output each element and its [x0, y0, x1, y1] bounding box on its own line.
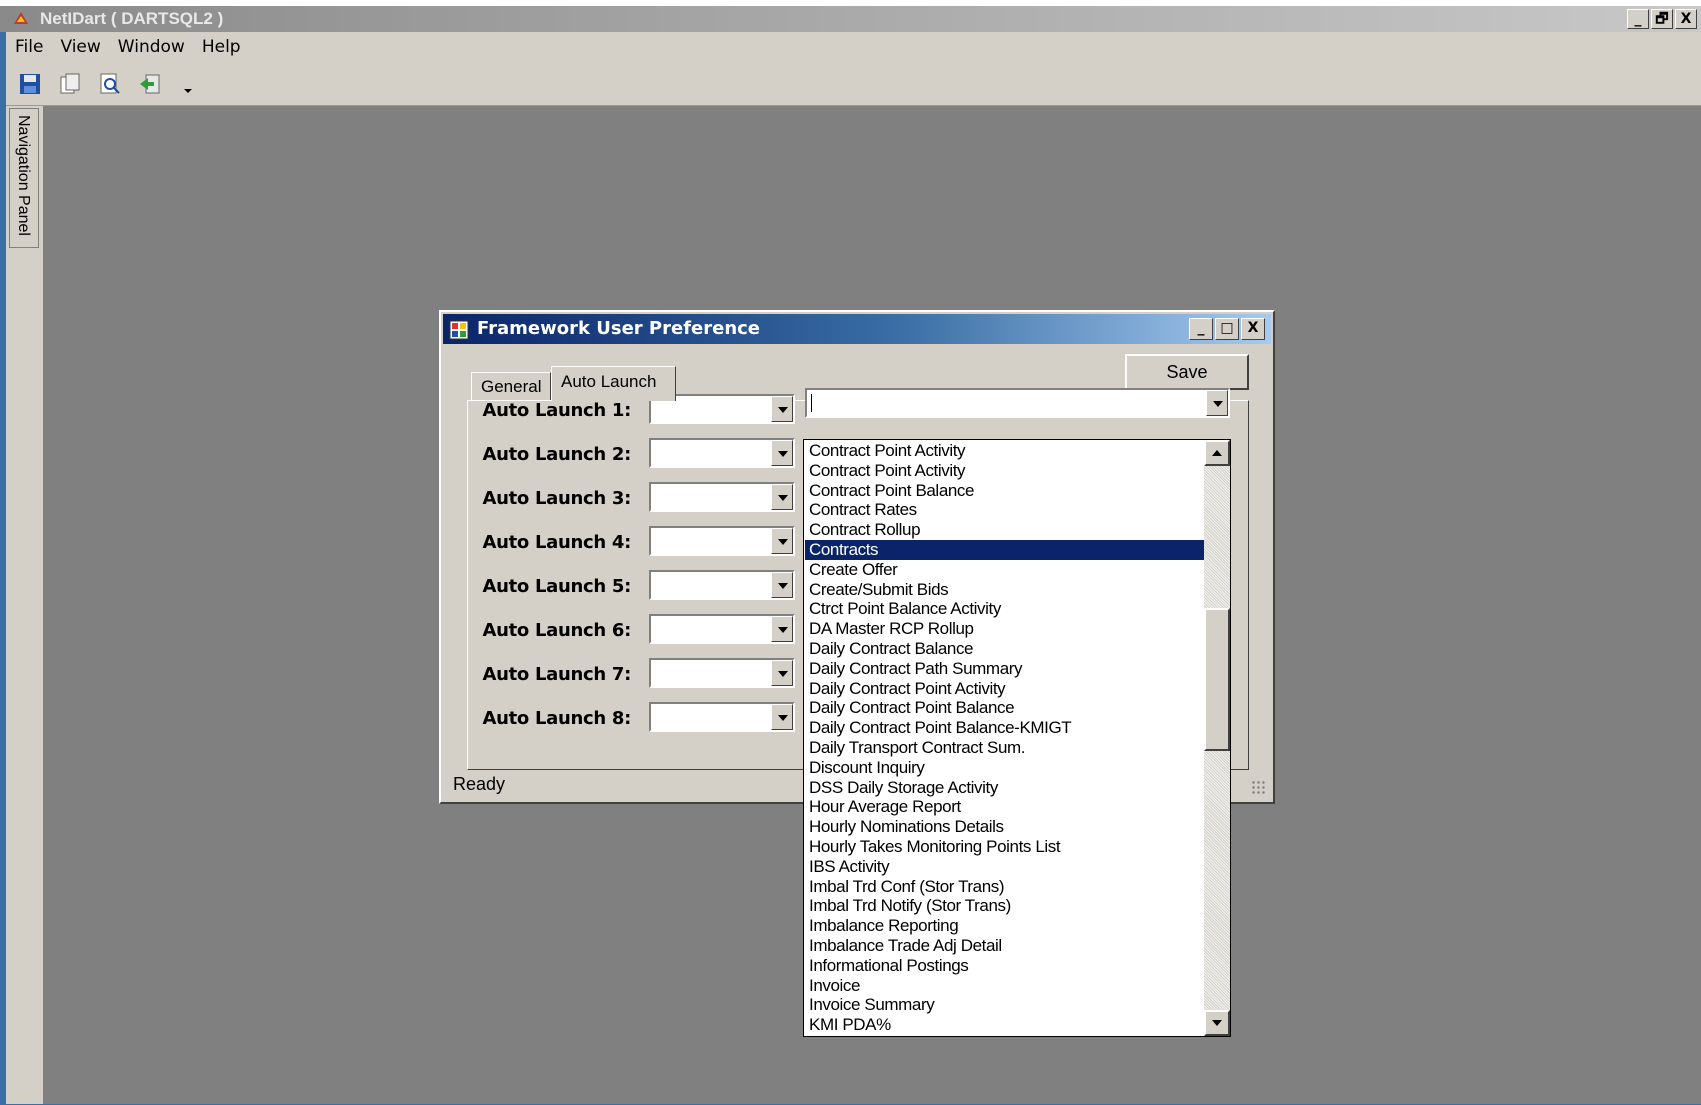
menu-view[interactable]: View [51, 37, 108, 57]
auto-launch-combo-2[interactable] [649, 438, 795, 468]
menu-file[interactable]: File [6, 37, 51, 57]
navigation-panel-label: Navigation Panel [15, 115, 32, 236]
app-title: NetIDart ( DARTSQL2 ) [40, 9, 224, 28]
dropdown-scrollbar[interactable] [1204, 440, 1230, 1036]
dialog-window-controls: _ □ X [1189, 318, 1265, 340]
dropdown-item[interactable]: Imbal Trd Conf (Stor Trans) [805, 877, 1205, 897]
dropdown-item[interactable]: Discount Inquiry [805, 758, 1205, 778]
dropdown-item[interactable]: Daily Contract Point Balance-KMIGT [805, 718, 1205, 738]
scroll-thumb[interactable] [1204, 608, 1230, 751]
app-window: NetIDart ( DARTSQL2 ) _ 🗗 X File View Wi… [0, 0, 1701, 1105]
auto-launch-label-4: Auto Launch 4: [482, 532, 631, 553]
resize-grip-icon[interactable] [1251, 780, 1265, 794]
tab-auto-launch[interactable]: Auto Launch [551, 366, 676, 401]
auto-launch-combo-5[interactable] [649, 570, 795, 600]
auto-launch-label-2: Auto Launch 2: [482, 444, 631, 465]
chevron-down-icon[interactable] [771, 572, 793, 598]
dropdown-item[interactable]: Imbalance Trade Adj Detail [805, 936, 1205, 956]
menu-help[interactable]: Help [193, 37, 249, 57]
dropdown-item[interactable]: Imbalance Reporting [805, 916, 1205, 936]
dropdown-item[interactable]: Daily Transport Contract Sum. [805, 738, 1205, 758]
auto-launch-combo-8[interactable] [649, 702, 795, 732]
chevron-down-icon[interactable] [1206, 390, 1228, 416]
text-caret [811, 394, 812, 412]
dropdown-item[interactable]: Create/Submit Bids [805, 580, 1205, 600]
dialog-close-button[interactable]: X [1241, 318, 1265, 340]
scroll-down-icon[interactable] [1204, 1010, 1230, 1036]
dropdown-item[interactable]: KMI PDA% [805, 1015, 1205, 1035]
auto-launch-combo-4[interactable] [649, 526, 795, 556]
chevron-down-icon[interactable] [771, 660, 793, 686]
dropdown-item[interactable]: Imbal Trd Notify (Stor Trans) [805, 896, 1205, 916]
export-icon[interactable] [138, 72, 162, 96]
dropdown-item[interactable]: Daily Contract Point Balance [805, 698, 1205, 718]
dialog-title: Framework User Preference [477, 318, 761, 339]
dialog-app-icon [449, 320, 469, 340]
auto-launch-combo-6[interactable] [649, 614, 795, 644]
dialog-minimize-button[interactable]: _ [1189, 318, 1213, 340]
navigation-panel-strip: Navigation Panel [6, 106, 44, 1105]
dropdown-item[interactable]: Contract Rates [805, 500, 1205, 520]
dropdown-item[interactable]: Informational Postings [805, 956, 1205, 976]
auto-launch-label-5: Auto Launch 5: [482, 576, 631, 597]
minimize-button[interactable]: _ [1627, 9, 1649, 29]
close-button[interactable]: X [1675, 9, 1697, 29]
dropdown-item[interactable]: DSS Daily Storage Activity [805, 778, 1205, 798]
dropdown-items: Contract Point Activity Contract Point Ac… [805, 441, 1205, 1035]
auto-launch-label-3: Auto Launch 3: [482, 488, 631, 509]
dropdown-item[interactable]: Daily Contract Path Summary [805, 659, 1205, 679]
chevron-down-icon[interactable] [771, 440, 793, 466]
scroll-up-icon[interactable] [1204, 440, 1230, 466]
dropdown-item[interactable]: Invoice [805, 976, 1205, 996]
dropdown-item[interactable]: IBS Activity [805, 857, 1205, 877]
dropdown-item[interactable]: Hourly Takes Monitoring Points List [805, 837, 1205, 857]
chevron-down-icon[interactable] [771, 704, 793, 730]
dropdown-item[interactable]: Create Offer [805, 560, 1205, 580]
dropdown-item[interactable]: Daily Contract Balance [805, 639, 1205, 659]
restore-button[interactable]: 🗗 [1651, 9, 1673, 29]
save-icon[interactable] [18, 72, 42, 96]
dropdown-item[interactable]: Hourly Nominations Details [805, 817, 1205, 837]
dropdown-arrow-icon[interactable] [182, 72, 194, 96]
status-text: Ready [453, 774, 506, 794]
app-logo-icon [14, 12, 28, 24]
program-select-combo[interactable] [805, 388, 1230, 418]
program-dropdown-list: Contract Point Activity Contract Point Ac… [803, 439, 1231, 1037]
auto-launch-combo-7[interactable] [649, 658, 795, 688]
chevron-down-icon[interactable] [771, 616, 793, 642]
dropdown-item[interactable]: Contract Point Activity [805, 441, 1205, 461]
auto-launch-label-1: Auto Launch 1: [482, 400, 631, 421]
toolbar [6, 62, 1701, 106]
app-title-bar[interactable]: NetIDart ( DARTSQL2 ) _ 🗗 X [0, 6, 1701, 32]
auto-launch-label-7: Auto Launch 7: [482, 664, 631, 685]
dialog-maximize-button[interactable]: □ [1215, 318, 1239, 340]
print-preview-icon[interactable] [98, 72, 122, 96]
menu-window[interactable]: Window [109, 37, 193, 57]
dropdown-item[interactable]: Contracts [805, 539, 1205, 560]
auto-launch-label-8: Auto Launch 8: [482, 708, 631, 729]
auto-launch-combo-3[interactable] [649, 482, 795, 512]
menu-bar: File View Window Help [6, 32, 1701, 62]
dialog-title-bar[interactable]: Framework User Preference _ □ X [443, 314, 1271, 344]
dropdown-item[interactable]: Contract Point Activity [805, 461, 1205, 481]
tab-general[interactable]: General [471, 372, 551, 400]
dropdown-item[interactable]: Contract Point Balance [805, 481, 1205, 501]
dropdown-item[interactable]: Hour Average Report [805, 797, 1205, 817]
save-button[interactable]: Save [1125, 354, 1249, 390]
dropdown-item[interactable]: Ctrct Point Balance Activity [805, 599, 1205, 619]
dropdown-item[interactable]: Invoice Summary [805, 995, 1205, 1015]
navigation-panel-tab[interactable]: Navigation Panel [9, 108, 39, 248]
dropdown-item[interactable]: Contract Rollup [805, 520, 1205, 540]
chevron-down-icon[interactable] [771, 396, 793, 422]
app-window-controls: _ 🗗 X [1627, 9, 1697, 29]
dropdown-item[interactable]: Daily Contract Point Activity [805, 679, 1205, 699]
copy-icon[interactable] [58, 72, 82, 96]
dropdown-item[interactable]: DA Master RCP Rollup [805, 619, 1205, 639]
chevron-down-icon[interactable] [771, 484, 793, 510]
auto-launch-label-6: Auto Launch 6: [482, 620, 631, 641]
chevron-down-icon[interactable] [771, 528, 793, 554]
